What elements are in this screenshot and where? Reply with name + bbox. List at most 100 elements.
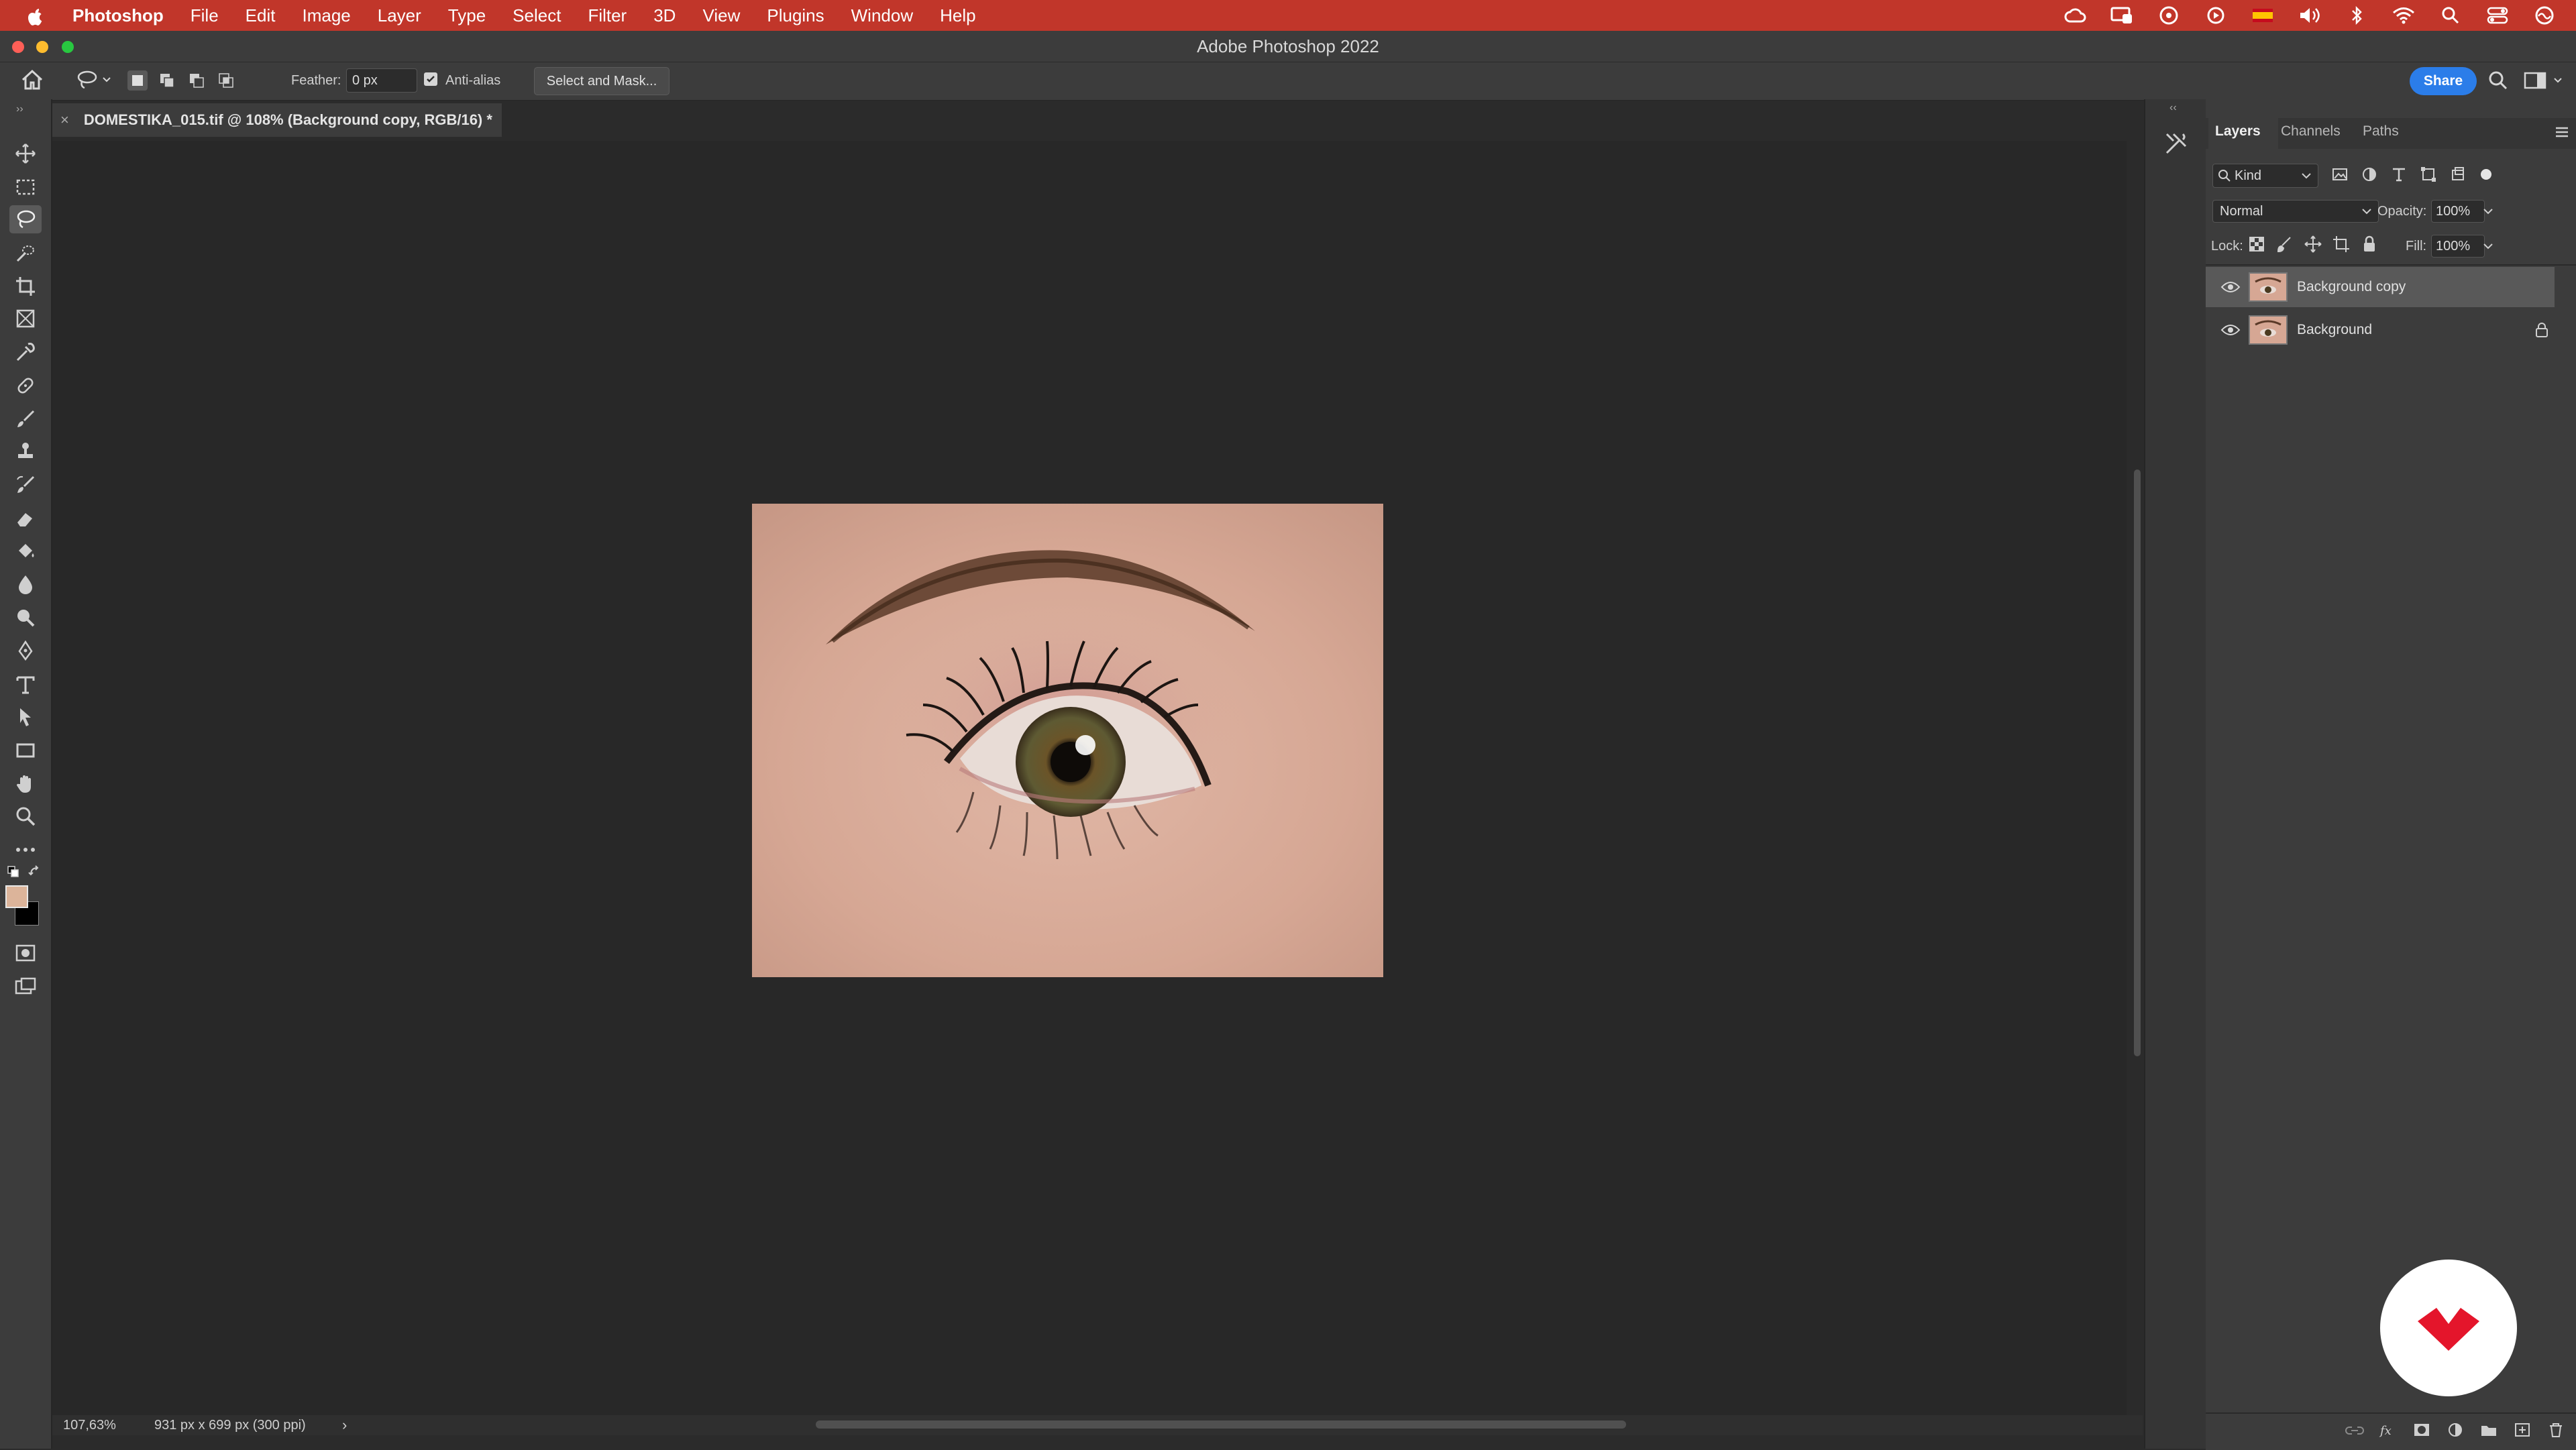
lock-artboard-icon[interactable] (2332, 235, 2351, 254)
filter-shape-icon[interactable] (2419, 165, 2438, 184)
new-selection-icon[interactable] (127, 70, 148, 91)
frame-tool-icon[interactable] (9, 304, 42, 333)
control-center-icon[interactable] (2486, 5, 2509, 25)
sync-icon[interactable] (2157, 5, 2180, 25)
clone-stamp-tool-icon[interactable] (9, 437, 42, 465)
filter-adjustment-icon[interactable] (2360, 165, 2379, 184)
collapse-dock-icon[interactable]: ‹‹ (2169, 102, 2177, 114)
subtract-from-selection-icon[interactable] (186, 70, 207, 91)
siri-icon[interactable] (2533, 5, 2556, 25)
bluetooth-icon[interactable] (2345, 5, 2368, 25)
history-brush-tool-icon[interactable] (9, 471, 42, 499)
hand-tool-icon[interactable] (9, 770, 42, 798)
lock-transparent-icon[interactable] (2247, 235, 2266, 254)
menu-window[interactable]: Window (851, 5, 913, 26)
menu-layer[interactable]: Layer (378, 5, 421, 26)
wifi-icon[interactable] (2392, 5, 2415, 25)
marquee-tool-icon[interactable] (9, 173, 42, 201)
tab-channels[interactable]: Channels (2281, 123, 2341, 140)
opacity-input[interactable]: 100% (2431, 200, 2485, 223)
blend-mode-select[interactable]: Normal (2212, 200, 2379, 223)
pen-tool-icon[interactable] (9, 637, 42, 665)
link-layers-icon[interactable] (2345, 1422, 2364, 1438)
menu-app-name[interactable]: Photoshop (72, 5, 164, 26)
type-tool-icon[interactable] (9, 671, 42, 699)
layer-name[interactable]: Background (2297, 322, 2372, 338)
rectangle-tool-icon[interactable] (9, 736, 42, 765)
delete-layer-icon[interactable] (2546, 1422, 2565, 1438)
menu-file[interactable]: File (191, 5, 219, 26)
lock-all-icon[interactable] (2360, 235, 2379, 254)
new-group-icon[interactable] (2479, 1422, 2498, 1438)
volume-icon[interactable] (2298, 5, 2321, 25)
path-selection-tool-icon[interactable] (9, 703, 42, 731)
select-and-mask-button[interactable]: Select and Mask... (534, 67, 669, 95)
flag-icon[interactable] (2251, 5, 2274, 25)
layer-filter-kind-select[interactable]: Kind (2212, 164, 2318, 188)
layer-row-background[interactable]: Background (2206, 310, 2555, 350)
eraser-tool-icon[interactable] (9, 504, 42, 533)
apple-icon[interactable] (25, 5, 46, 26)
lock-pixels-icon[interactable] (2275, 235, 2294, 254)
menu-3d[interactable]: 3D (653, 5, 676, 26)
fill-input[interactable]: 100% (2431, 235, 2485, 258)
more-tools-icon[interactable] (9, 836, 42, 864)
healing-brush-tool-icon[interactable] (9, 372, 42, 400)
eyedropper-tool-icon[interactable] (9, 338, 42, 366)
horizontal-scroll-thumb[interactable] (816, 1420, 1626, 1429)
foreground-color-swatch[interactable] (5, 885, 28, 908)
zoom-tool-icon[interactable] (9, 802, 42, 830)
menu-plugins[interactable]: Plugins (767, 5, 824, 26)
tab-layers[interactable]: Layers (2215, 123, 2261, 140)
lock-position-icon[interactable] (2304, 235, 2322, 254)
menu-image[interactable]: Image (302, 5, 350, 26)
spotlight-search-icon[interactable] (2439, 5, 2462, 25)
menu-view[interactable]: View (702, 5, 740, 26)
menu-type[interactable]: Type (448, 5, 486, 26)
feather-input[interactable]: 0 px (346, 68, 417, 93)
filter-pixel-icon[interactable] (2330, 165, 2349, 184)
new-layer-icon[interactable] (2513, 1422, 2532, 1438)
intersect-selection-icon[interactable] (216, 70, 236, 91)
tab-paths[interactable]: Paths (2363, 123, 2399, 140)
screen-mode-icon[interactable] (9, 972, 42, 1001)
visibility-eye-icon[interactable] (2220, 323, 2241, 337)
paint-bucket-tool-icon[interactable] (9, 538, 42, 566)
layer-style-fx-icon[interactable]: fx (2379, 1422, 2398, 1438)
search-icon[interactable] (2487, 70, 2509, 95)
opacity-chevron-icon[interactable] (2482, 205, 2494, 217)
menu-help[interactable]: Help (940, 5, 975, 26)
filter-smart-object-icon[interactable] (2449, 165, 2467, 184)
menu-edit[interactable]: Edit (246, 5, 276, 26)
blur-tool-icon[interactable] (9, 570, 42, 598)
close-tab-icon[interactable]: × (60, 111, 69, 129)
document-image[interactable] (752, 504, 1383, 977)
move-tool-icon[interactable] (9, 140, 42, 168)
workspace-icon[interactable] (2524, 70, 2567, 95)
swap-colors-icon[interactable] (28, 865, 42, 882)
share-button[interactable]: Share (2410, 67, 2477, 95)
document-tab[interactable]: × DOMESTIKA_015.tif @ 108% (Background c… (52, 103, 502, 137)
status-menu-arrow-icon[interactable]: › (342, 1416, 347, 1434)
filter-type-icon[interactable] (2390, 165, 2408, 184)
new-adjustment-layer-icon[interactable] (2446, 1422, 2465, 1438)
menu-filter[interactable]: Filter (588, 5, 627, 26)
creative-cloud-icon[interactable] (2063, 5, 2086, 25)
layer-row-background-copy[interactable]: Background copy (2206, 267, 2555, 307)
crop-tool-icon[interactable] (9, 272, 42, 300)
fill-chevron-icon[interactable] (2482, 240, 2494, 252)
menu-select[interactable]: Select (513, 5, 561, 26)
add-mask-icon[interactable] (2412, 1422, 2431, 1438)
collapse-toolbar-icon[interactable]: ›› (16, 103, 23, 115)
home-icon[interactable] (20, 68, 44, 95)
antialias-checkbox[interactable] (424, 72, 437, 86)
filter-toggle-icon[interactable] (2478, 166, 2494, 182)
layer-name[interactable]: Background copy (2297, 279, 2406, 295)
play-icon[interactable] (2204, 5, 2227, 25)
zoom-level[interactable]: 107,63% (63, 1418, 116, 1433)
default-colors-icon[interactable] (7, 865, 20, 882)
vertical-scroll-thumb[interactable] (2134, 469, 2141, 1056)
panel-menu-icon[interactable] (2555, 126, 2569, 142)
properties-icon[interactable] (2164, 131, 2188, 159)
brush-tool-icon[interactable] (9, 405, 42, 433)
